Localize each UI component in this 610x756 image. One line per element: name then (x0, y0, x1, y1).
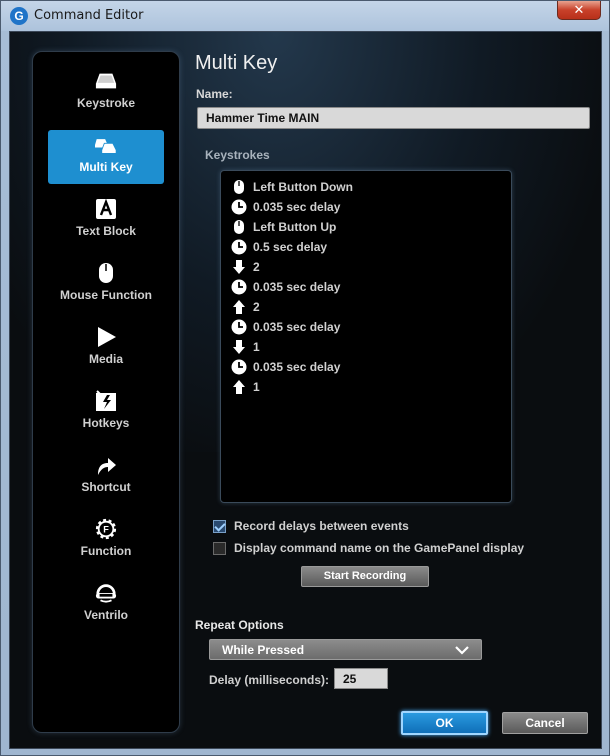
clock-icon (231, 279, 247, 295)
arrow-up-icon (231, 379, 247, 395)
multi-key-icon (95, 134, 117, 156)
mouse-icon (231, 219, 247, 235)
sidebar-item-mouse-function[interactable]: Mouse Function (48, 258, 164, 312)
keystroke-text: Left Button Up (253, 220, 337, 234)
list-item[interactable]: 0.035 sec delay (231, 318, 340, 336)
sidebar-item-keystroke[interactable]: Keystroke (48, 66, 164, 120)
delay-label: Delay (milliseconds): (209, 673, 330, 687)
clock-icon (231, 359, 247, 375)
sidebar-item-shortcut[interactable]: Shortcut (48, 450, 164, 504)
delay-input[interactable]: 25 (334, 668, 388, 689)
display-name-label: Display command name on the GamePanel di… (234, 541, 525, 555)
mouse-icon (95, 262, 117, 284)
record-delays-checkbox[interactable] (213, 519, 226, 533)
keystroke-text: 2 (253, 260, 260, 274)
list-item[interactable]: 2 (231, 298, 260, 316)
hotkey-icon (95, 390, 117, 412)
display-name-option[interactable]: Display command name on the GamePanel di… (213, 540, 524, 556)
repeat-mode-select[interactable]: While Pressed (209, 639, 482, 660)
name-input[interactable]: Hammer Time MAIN (197, 107, 590, 129)
keystroke-text: Left Button Down (253, 180, 353, 194)
repeat-options-label: Repeat Options (195, 618, 284, 632)
cancel-button[interactable]: Cancel (502, 712, 588, 734)
list-item[interactable]: 0.5 sec delay (231, 238, 327, 256)
keystrokes-list[interactable]: Left Button Down 0.035 sec delay Left Butt… (220, 170, 512, 503)
svg-text:F: F (103, 525, 109, 535)
keystroke-text: 0.035 sec delay (253, 360, 341, 374)
list-item[interactable]: Left Button Up (231, 218, 336, 236)
keystroke-text: 1 (253, 380, 260, 394)
chevron-down-icon (455, 644, 469, 656)
sidebar-item-ventrilo[interactable]: Ventrilo (48, 578, 164, 632)
list-item[interactable]: 0.035 sec delay (231, 278, 340, 296)
shortcut-arrow-icon (95, 454, 117, 476)
arrow-up-icon (231, 299, 247, 315)
keystroke-text: 1 (253, 340, 260, 354)
keystroke-text: 0.035 sec delay (253, 200, 341, 214)
keystroke-text: 0.035 sec delay (253, 280, 341, 294)
client-area: Keystroke Multi Key Text Block Mouse Fun… (9, 31, 602, 749)
start-recording-button[interactable]: Start Recording (301, 566, 429, 587)
key-icon (95, 70, 117, 92)
sidebar-item-text-block[interactable]: Text Block (48, 194, 164, 248)
keystroke-text: 0.035 sec delay (253, 320, 341, 334)
keystroke-text: 2 (253, 300, 260, 314)
headset-icon (95, 582, 117, 604)
function-gear-icon: F (95, 518, 117, 540)
clock-icon (231, 239, 247, 255)
list-item[interactable]: 0.035 sec delay (231, 358, 340, 376)
title-bar[interactable]: G Command Editor ✕ (1, 1, 609, 31)
play-icon (95, 326, 117, 348)
repeat-mode-value: While Pressed (222, 643, 305, 657)
close-button[interactable]: ✕ (557, 1, 601, 20)
sidebar-item-media[interactable]: Media (48, 322, 164, 376)
record-delays-label: Record delays between events (234, 519, 409, 533)
sidebar-item-function[interactable]: F Function (48, 514, 164, 568)
command-type-sidebar: Keystroke Multi Key Text Block Mouse Fun… (32, 51, 180, 733)
list-item[interactable]: 1 (231, 338, 260, 356)
window-title: Command Editor (34, 8, 144, 23)
logitech-logo-icon: G (10, 7, 28, 25)
command-editor-window: G Command Editor ✕ Keystroke Multi Key T… (0, 0, 610, 756)
clock-icon (231, 319, 247, 335)
list-item[interactable]: 2 (231, 258, 260, 276)
record-delays-option[interactable]: Record delays between events (213, 518, 409, 534)
keystroke-text: 0.5 sec delay (253, 240, 328, 254)
arrow-down-icon (231, 259, 247, 275)
display-name-checkbox[interactable] (213, 541, 226, 555)
page-title: Multi Key (195, 52, 278, 74)
list-item[interactable]: Left Button Down (231, 178, 353, 196)
ok-button[interactable]: OK (401, 711, 488, 735)
keystrokes-label: Keystrokes (205, 148, 270, 162)
sidebar-item-multi-key[interactable]: Multi Key (48, 130, 164, 184)
sidebar-item-hotkeys[interactable]: Hotkeys (48, 386, 164, 440)
mouse-icon (231, 179, 247, 195)
list-item[interactable]: 0.035 sec delay (231, 198, 340, 216)
arrow-down-icon (231, 339, 247, 355)
clock-icon (231, 199, 247, 215)
name-label: Name: (196, 87, 233, 101)
text-block-icon (95, 198, 117, 220)
list-item[interactable]: 1 (231, 378, 260, 396)
